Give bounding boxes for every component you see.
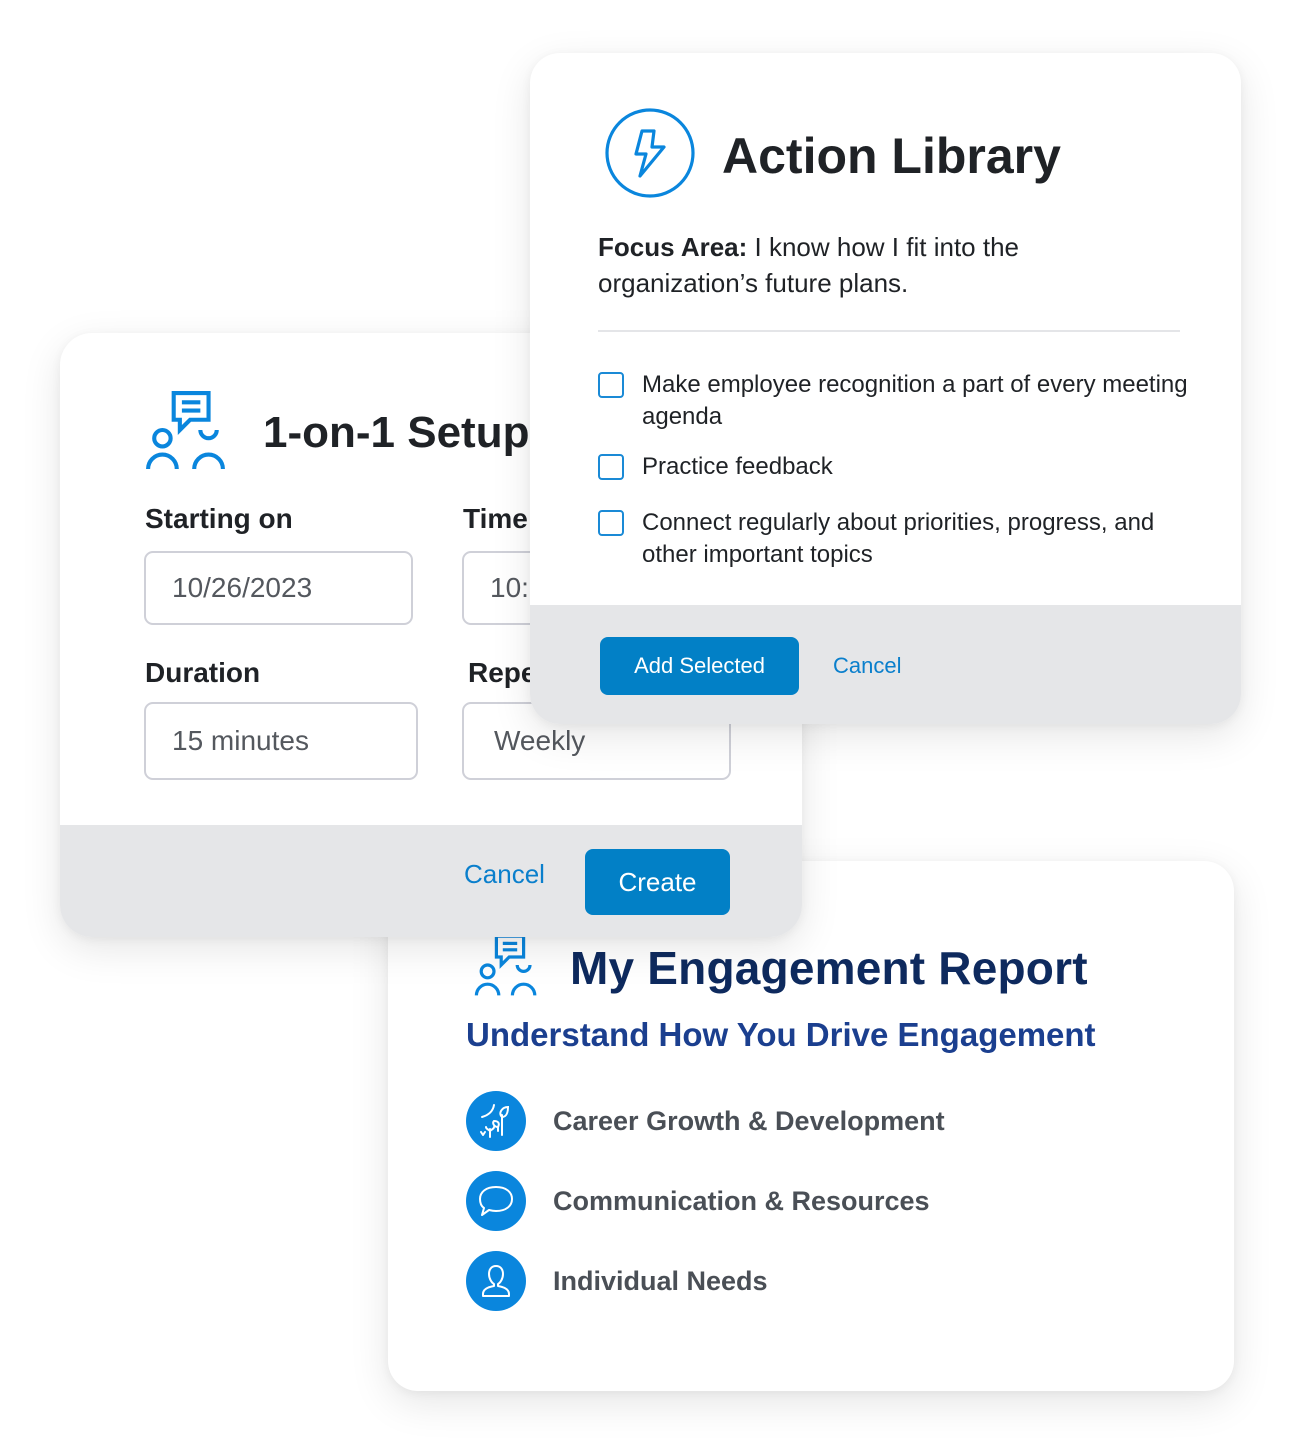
cancel-button[interactable]: Cancel <box>464 859 545 890</box>
report-topic-communication[interactable]: Communication & Resources <box>466 1171 945 1231</box>
starting-on-input[interactable]: 10/26/2023 <box>144 551 413 625</box>
setup-header: 1-on-1 Setup <box>145 389 529 476</box>
lightning-bolt-icon <box>604 107 696 204</box>
duration-select[interactable]: 15 minutes <box>144 702 418 780</box>
action-option-label: Make employee recognition a part of ever… <box>642 371 1188 430</box>
report-topic-label: Communication & Resources <box>553 1185 930 1216</box>
action-option-label: Connect regularly about priorities, prog… <box>642 509 1155 568</box>
time-label: Time <box>463 503 528 534</box>
create-button[interactable]: Create <box>585 849 730 915</box>
people-chat-icon <box>468 933 544 1002</box>
action-library-header: Action Library <box>604 107 1061 204</box>
sprout-growth-icon <box>466 1091 526 1151</box>
duration-label: Duration <box>145 657 261 688</box>
action-option-label: Practice feedback <box>642 453 833 480</box>
focus-area-text: Focus Area: I know how I fit into the or… <box>598 229 1138 301</box>
focus-area-label: Focus Area: <box>598 232 748 262</box>
action-library-title: Action Library <box>722 127 1061 184</box>
starting-on-label: Starting on <box>145 503 293 534</box>
report-topic-career[interactable]: Career Growth & Development <box>466 1091 945 1151</box>
checkbox[interactable] <box>598 372 624 398</box>
report-topic-label: Individual Needs <box>553 1265 768 1296</box>
action-options-list: Make employee recognition a part of ever… <box>598 369 1188 589</box>
action-option[interactable]: Practice feedback <box>598 451 1188 483</box>
action-option[interactable]: Connect regularly about priorities, prog… <box>598 507 1188 571</box>
add-selected-button[interactable]: Add Selected <box>600 637 799 695</box>
report-topic-list: Career Growth & Development Communicatio… <box>466 1091 945 1331</box>
checkbox[interactable] <box>598 454 624 480</box>
report-title: My Engagement Report <box>570 941 1088 994</box>
speech-bubble-icon <box>466 1171 526 1231</box>
action-library-footer: Add Selected Cancel <box>530 605 1241 724</box>
people-chat-icon <box>145 389 227 476</box>
checkbox[interactable] <box>598 510 624 536</box>
report-subtitle: Understand How You Drive Engagement <box>466 1016 1096 1053</box>
report-topic-individual-needs[interactable]: Individual Needs <box>466 1251 945 1311</box>
setup-footer: Cancel Create <box>60 825 802 937</box>
action-option[interactable]: Make employee recognition a part of ever… <box>598 369 1188 433</box>
divider <box>598 330 1180 332</box>
report-topic-label: Career Growth & Development <box>553 1105 945 1136</box>
setup-title: 1-on-1 Setup <box>263 407 530 457</box>
person-icon <box>466 1251 526 1311</box>
repeat-label: Repe <box>468 657 537 688</box>
action-library-dialog: Action Library Focus Area: I know how I … <box>530 53 1241 724</box>
report-header: My Engagement Report <box>468 933 1088 1002</box>
engagement-report-card: My Engagement Report Understand How You … <box>388 861 1234 1391</box>
cancel-button[interactable]: Cancel <box>833 653 901 679</box>
